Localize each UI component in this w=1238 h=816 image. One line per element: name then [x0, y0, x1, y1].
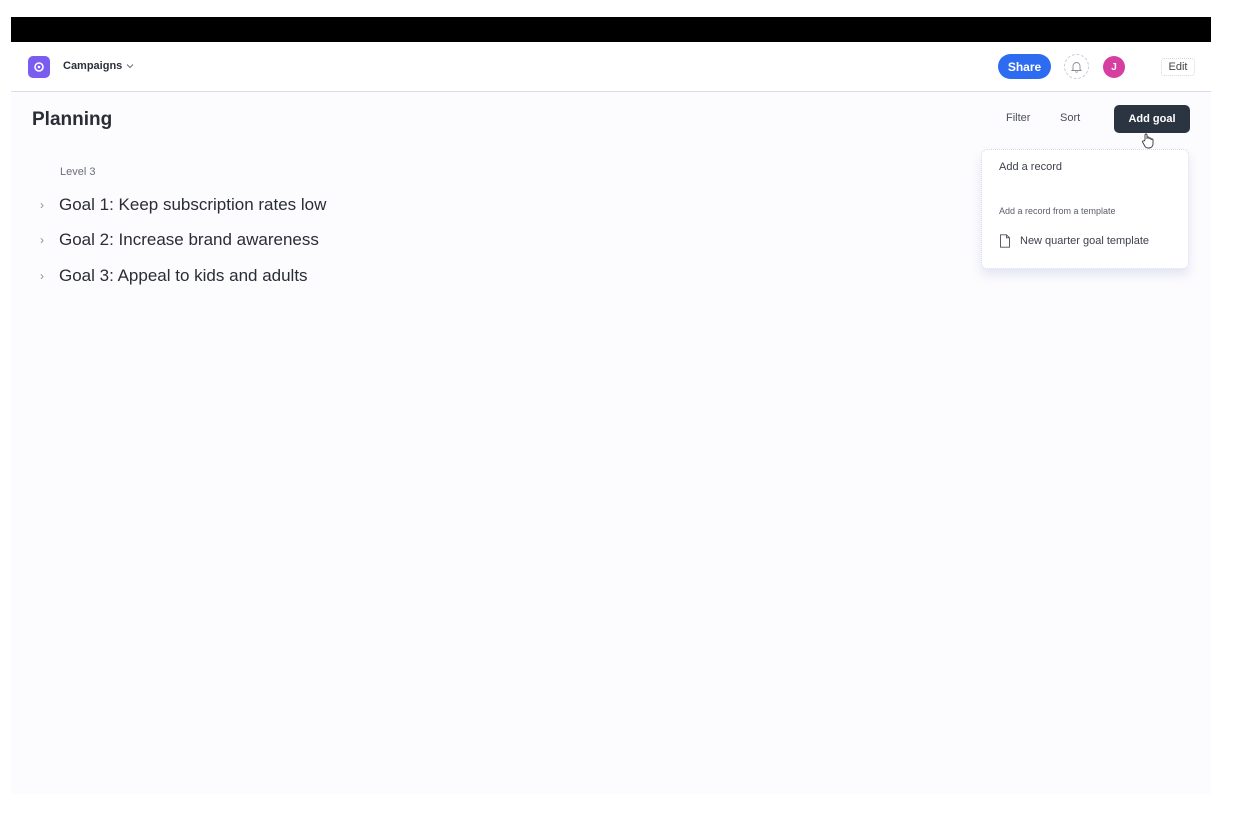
app-window: Campaigns Share J Edit Planning Filter S…: [11, 17, 1211, 794]
add-record-option[interactable]: Add a record: [999, 161, 1062, 173]
add-goal-dropdown: Add a record Add a record from a templat…: [981, 149, 1189, 269]
goal-row[interactable]: › Goal 3: Appeal to kids and adults: [36, 264, 308, 288]
avatar[interactable]: J: [1103, 56, 1125, 78]
filter-button[interactable]: Filter: [1006, 112, 1030, 124]
chevron-down-icon: [126, 64, 134, 69]
template-option[interactable]: New quarter goal template: [999, 234, 1149, 248]
hand-cursor-icon: [1142, 133, 1154, 149]
app-icon[interactable]: [28, 56, 50, 78]
edit-button[interactable]: Edit: [1161, 58, 1195, 76]
chevron-right-icon[interactable]: ›: [36, 269, 48, 283]
goal-title: Goal 2: Increase brand awareness: [59, 230, 319, 249]
chevron-right-icon[interactable]: ›: [36, 233, 48, 247]
app-logo-icon: [34, 62, 44, 72]
sort-button[interactable]: Sort: [1060, 112, 1080, 124]
app-switcher[interactable]: Campaigns: [63, 60, 134, 72]
goal-row[interactable]: › Goal 1: Keep subscription rates low: [36, 193, 326, 217]
chevron-right-icon[interactable]: ›: [36, 198, 48, 212]
template-section-header: Add a record from a template: [999, 206, 1116, 216]
goal-title: Goal 1: Keep subscription rates low: [59, 195, 327, 214]
app-name-label: Campaigns: [63, 60, 123, 72]
notifications-button[interactable]: [1064, 54, 1089, 79]
template-option-label: New quarter goal template: [1020, 235, 1150, 247]
goal-row[interactable]: › Goal 2: Increase brand awareness: [36, 228, 319, 252]
document-icon: [1000, 234, 1010, 248]
share-button[interactable]: Share: [998, 54, 1051, 79]
bell-icon: [1071, 61, 1082, 73]
black-top-bar: [11, 17, 1211, 42]
top-bar: Campaigns Share J Edit: [11, 42, 1211, 92]
add-goal-button[interactable]: Add goal: [1114, 105, 1190, 133]
goal-title: Goal 3: Appeal to kids and adults: [59, 266, 308, 285]
page-title: Planning: [32, 109, 113, 130]
group-label: Level 3: [60, 166, 96, 178]
